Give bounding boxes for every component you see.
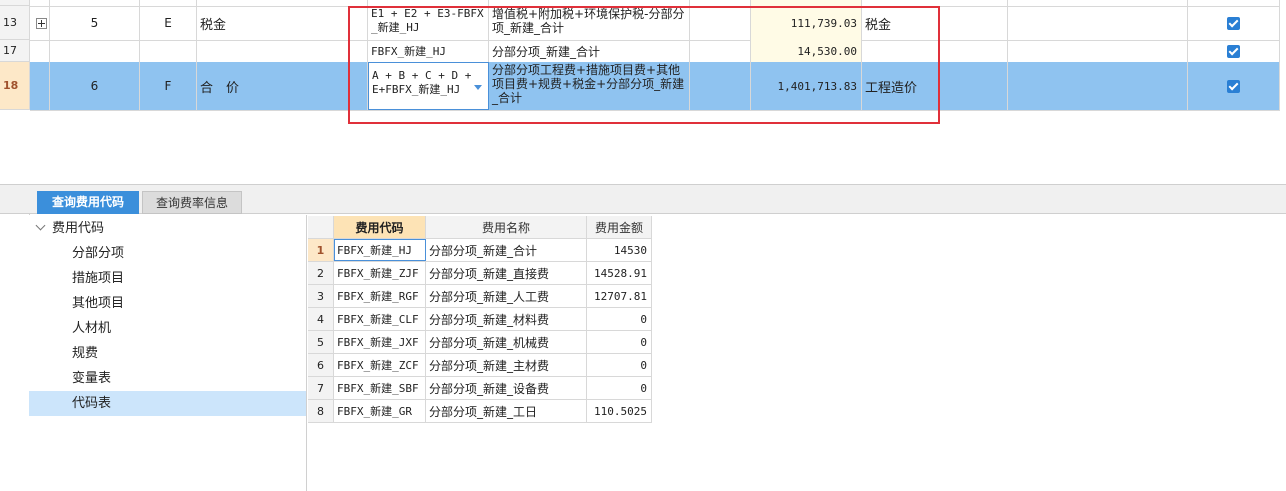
- code-cell[interactable]: E: [140, 6, 197, 40]
- fee-code-cell[interactable]: FBFX_新建_GR: [334, 400, 426, 422]
- fee-code-cell[interactable]: FBFX_新建_SBF: [334, 377, 426, 399]
- row-number[interactable]: 4: [308, 308, 334, 330]
- table-row[interactable]: 5 FBFX_新建_JXF 分部分项_新建_机械费 0: [308, 331, 652, 354]
- fee-name-cell[interactable]: 分部分项_新建_机械费: [426, 331, 587, 353]
- checkbox-checked-icon[interactable]: [1227, 79, 1240, 93]
- row-number[interactable]: 5: [308, 331, 334, 353]
- fee-name-cell[interactable]: 分部分项_新建_合计: [426, 239, 587, 261]
- fee-amount-cell[interactable]: 0: [587, 308, 652, 330]
- tree-node-variables[interactable]: 变量表: [29, 366, 306, 391]
- row-number[interactable]: 1: [308, 239, 334, 261]
- tree-node-root[interactable]: 费用代码: [29, 216, 312, 241]
- header-fee-code[interactable]: 费用代码: [334, 216, 426, 238]
- basis-cell[interactable]: 增值税+附加税+环境保护税-分部分项_新建_合计: [489, 6, 690, 40]
- row-number[interactable]: 7: [308, 377, 334, 399]
- remark-cell[interactable]: [1008, 40, 1188, 62]
- fee-name-cell[interactable]: 分部分项_新建_工日: [426, 400, 587, 422]
- fee-code-cell[interactable]: FBFX_新建_CLF: [334, 308, 426, 330]
- fee-amount-cell[interactable]: 14528.91: [587, 262, 652, 284]
- fee-code-cell[interactable]: FBFX_新建_HJ: [334, 239, 426, 261]
- checkbox-checked-icon[interactable]: [1227, 44, 1240, 58]
- row-number[interactable]: 3: [308, 285, 334, 307]
- fee-name-cell[interactable]: 分部分项_新建_材料费: [426, 308, 587, 330]
- seq-cell[interactable]: [50, 40, 140, 62]
- table-row[interactable]: FBFX_新建_HJ 分部分项_新建_合计 14,530.00: [30, 40, 1280, 63]
- fee-summary-grid: 13 5 E 税金 E1 + E2 + E3-FBFX_新建_HJ 增值税+附加…: [0, 0, 1286, 184]
- header-fee-name[interactable]: 费用名称: [426, 216, 587, 238]
- tree-node-code-table[interactable]: 代码表: [29, 391, 306, 416]
- remark-cell[interactable]: [1008, 62, 1188, 110]
- amount-cell[interactable]: 14,530.00: [751, 40, 862, 62]
- fee-amount-cell[interactable]: 0: [587, 331, 652, 353]
- table-row[interactable]: 6 FBFX_新建_ZCF 分部分项_新建_主材费 0: [308, 354, 652, 377]
- formula-cell[interactable]: FBFX_新建_HJ: [368, 40, 489, 62]
- table-row-selected[interactable]: 6 F 合 价 A + B + C + D + E+FBFX_新建_HJ 分部分…: [30, 62, 1280, 111]
- tab-query-rate-info[interactable]: 查询费率信息: [142, 191, 242, 214]
- dropdown-arrow-icon[interactable]: [474, 85, 482, 90]
- fee-name-cell[interactable]: 分部分项_新建_直接费: [426, 262, 587, 284]
- table-row[interactable]: 2 FBFX_新建_ZJF 分部分项_新建_直接费 14528.91: [308, 262, 652, 285]
- remark-cell[interactable]: [1008, 6, 1188, 40]
- type-cell[interactable]: [862, 40, 1008, 62]
- chevron-down-icon[interactable]: [35, 220, 46, 231]
- fee-amount-cell[interactable]: 110.5025: [587, 400, 652, 422]
- fee-amount-cell[interactable]: 0: [587, 354, 652, 376]
- name-cell[interactable]: 合 价: [197, 62, 368, 110]
- formula-cell[interactable]: E1 + E2 + E3-FBFX_新建_HJ: [368, 6, 489, 40]
- fee-code-tree: 费用代码 分部分项 措施项目 其他项目 人材机 规费 变量表 代码表: [29, 215, 307, 491]
- checkbox-checked-icon[interactable]: [1227, 16, 1240, 30]
- table-row[interactable]: 4 FBFX_新建_CLF 分部分项_新建_材料费 0: [308, 308, 652, 331]
- code-cell[interactable]: [140, 40, 197, 62]
- row-number[interactable]: 17: [0, 40, 30, 62]
- row-number[interactable]: 2: [308, 262, 334, 284]
- rate-cell[interactable]: [690, 62, 751, 110]
- amount-cell[interactable]: 111,739.03: [751, 6, 862, 40]
- expand-icon[interactable]: [36, 17, 47, 29]
- name-cell[interactable]: 税金: [197, 6, 368, 40]
- type-cell[interactable]: 工程造价: [862, 62, 1008, 110]
- table-header-row: 费用代码 费用名称 费用金额: [308, 216, 652, 239]
- fee-name-cell[interactable]: 分部分项_新建_主材费: [426, 354, 587, 376]
- fee-amount-cell[interactable]: 12707.81: [587, 285, 652, 307]
- checkbox-cell[interactable]: [1188, 40, 1280, 62]
- formula-editor[interactable]: A + B + C + D + E+FBFX_新建_HJ: [368, 62, 489, 110]
- fee-name-cell[interactable]: 分部分项_新建_设备费: [426, 377, 587, 399]
- header-fee-amount[interactable]: 费用金额: [587, 216, 652, 238]
- table-row[interactable]: 3 FBFX_新建_RGF 分部分项_新建_人工费 12707.81: [308, 285, 652, 308]
- seq-cell[interactable]: 6: [50, 62, 140, 110]
- fee-amount-cell[interactable]: 0: [587, 377, 652, 399]
- row-number[interactable]: 18: [0, 62, 30, 110]
- fee-code-cell[interactable]: FBFX_新建_JXF: [334, 331, 426, 353]
- basis-cell[interactable]: 分部分项_新建_合计: [489, 40, 690, 62]
- table-row[interactable]: 5 E 税金 E1 + E2 + E3-FBFX_新建_HJ 增值税+附加税+环…: [30, 6, 1280, 41]
- basis-cell[interactable]: 分部分项工程费+措施项目费+其他项目费+规费+税金+分部分项_新建_合计: [489, 62, 690, 110]
- rate-cell[interactable]: [690, 6, 751, 40]
- tree-node-csxm[interactable]: 措施项目: [29, 266, 306, 291]
- checkbox-cell[interactable]: [1188, 62, 1280, 110]
- code-cell[interactable]: F: [140, 62, 197, 110]
- tree-node-gf[interactable]: 规费: [29, 341, 306, 366]
- fee-code-cell[interactable]: FBFX_新建_ZCF: [334, 354, 426, 376]
- row-number[interactable]: 13: [0, 6, 30, 40]
- type-cell[interactable]: 税金: [862, 6, 1008, 40]
- tab-query-fee-code[interactable]: 查询费用代码: [37, 191, 139, 214]
- fee-amount-cell[interactable]: 14530: [587, 239, 652, 261]
- checkbox-cell[interactable]: [1188, 6, 1280, 40]
- table-row[interactable]: 8 FBFX_新建_GR 分部分项_新建_工日 110.5025: [308, 400, 652, 423]
- fee-name-cell[interactable]: 分部分项_新建_人工费: [426, 285, 587, 307]
- seq-cell[interactable]: 5: [50, 6, 140, 40]
- row-number[interactable]: 8: [308, 400, 334, 422]
- name-cell[interactable]: [197, 40, 368, 62]
- table-row[interactable]: 7 FBFX_新建_SBF 分部分项_新建_设备费 0: [308, 377, 652, 400]
- rate-cell[interactable]: [690, 40, 751, 62]
- fee-code-cell[interactable]: FBFX_新建_RGF: [334, 285, 426, 307]
- table-row[interactable]: 1 FBFX_新建_HJ 分部分项_新建_合计 14530: [308, 239, 652, 262]
- tree-node-qtxm[interactable]: 其他项目: [29, 291, 306, 316]
- row-number[interactable]: 6: [308, 354, 334, 376]
- bottom-tab-bar: 查询费用代码 查询费率信息: [0, 184, 1286, 214]
- tree-node-rcj[interactable]: 人材机: [29, 316, 306, 341]
- tree-node-fbfx[interactable]: 分部分项: [29, 241, 306, 266]
- amount-cell[interactable]: 1,401,713.83: [751, 62, 862, 110]
- fee-code-cell[interactable]: FBFX_新建_ZJF: [334, 262, 426, 284]
